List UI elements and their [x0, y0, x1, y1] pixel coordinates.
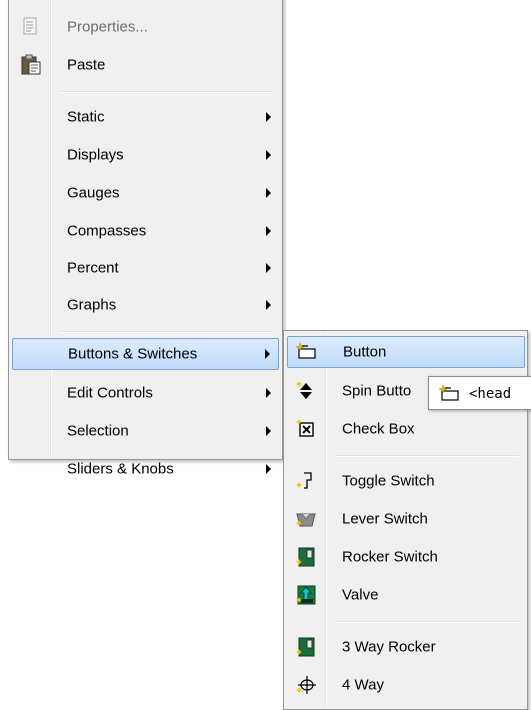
check-box-icon [295, 418, 317, 440]
four-way-icon [295, 674, 317, 696]
submenu-item-rocker-switch[interactable]: Rocker Switch [287, 541, 524, 573]
menu-separator [336, 455, 519, 457]
submenu-arrow-icon [266, 426, 271, 436]
submenu-arrow-icon [266, 388, 271, 398]
menu-item-paste[interactable]: Paste [12, 49, 279, 81]
menu-item-displays[interactable]: Displays [12, 139, 279, 171]
submenu-item-three-way-rocker[interactable]: 3 Way Rocker [287, 631, 524, 663]
menu-item-label: Compasses [67, 222, 147, 240]
menu-item-label: Selection [67, 422, 129, 440]
tooltip: <head [428, 376, 531, 410]
submenu-arrow-icon [266, 226, 271, 236]
button-icon [438, 383, 461, 405]
menu-item-label: Button [343, 343, 387, 361]
lever-switch-icon [295, 508, 317, 530]
three-way-rocker-icon [295, 636, 317, 658]
menu-item-label: Paste [67, 56, 106, 74]
menu-item-percent[interactable]: Percent [12, 252, 279, 284]
menu-item-label: 4 Way [342, 676, 384, 694]
submenu-item-toggle-switch[interactable]: Toggle Switch [287, 465, 524, 497]
menu-item-label: Valve [342, 586, 379, 604]
menu-item-static[interactable]: Static [12, 101, 279, 133]
submenu-item-check-box[interactable]: Check Box [287, 413, 524, 445]
submenu-item-four-way[interactable]: 4 Way [287, 669, 524, 701]
context-menu: Properties... Paste Static Displays Gaug… [8, 0, 283, 478]
menu-separator [336, 621, 519, 623]
submenu-arrow-icon [266, 188, 271, 198]
menu-item-label: Check Box [342, 420, 415, 438]
submenu-item-button[interactable]: Button [287, 336, 525, 368]
submenu-arrow-icon [266, 464, 271, 474]
submenu-arrow-icon [266, 150, 271, 160]
menu-item-label: Buttons & Switches [68, 345, 198, 363]
menu-item-label: Sliders & Knobs [67, 460, 174, 478]
menu-item-label: Percent [67, 259, 119, 277]
menu-item-label: Graphs [67, 296, 117, 314]
submenu-arrow-icon [265, 349, 270, 359]
menu-item-label: Lever Switch [342, 510, 428, 528]
menu-item-graphs[interactable]: Graphs [12, 289, 279, 321]
menu-item-label: Gauges [67, 184, 120, 202]
menu-item-gauges[interactable]: Gauges [12, 177, 279, 209]
toggle-switch-icon [295, 470, 317, 492]
menu-item-label: Displays [67, 146, 124, 164]
rocker-switch-icon [295, 546, 317, 568]
menu-item-label: Spin Butto [342, 382, 412, 400]
submenu-arrow-icon [266, 300, 271, 310]
menu-separator [61, 331, 274, 333]
paste-icon [20, 54, 42, 76]
spin-button-icon [295, 380, 317, 402]
tooltip-text: <head [469, 386, 512, 402]
menu-item-label: Edit Controls [67, 384, 153, 402]
menu-separator [61, 91, 274, 93]
menu-item-properties: Properties... [12, 11, 279, 43]
menu-item-label: Static [67, 108, 105, 126]
submenu-item-valve[interactable]: Valve [287, 579, 524, 611]
menu-item-compasses[interactable]: Compasses [12, 215, 279, 247]
menu-item-label: Toggle Switch [342, 472, 435, 490]
submenu-arrow-icon [266, 112, 271, 122]
properties-icon [20, 16, 42, 38]
submenu-arrow-icon [266, 263, 271, 273]
menu-item-sliders-knobs[interactable]: Sliders & Knobs [12, 453, 279, 485]
valve-icon [295, 584, 317, 606]
menu-item-label: Properties... [67, 18, 148, 36]
menu-item-buttons-switches[interactable]: Buttons & Switches [12, 338, 279, 370]
menu-item-label: Rocker Switch [342, 548, 438, 566]
menu-item-edit-controls[interactable]: Edit Controls [12, 377, 279, 409]
button-icon [295, 341, 318, 363]
menu-item-selection[interactable]: Selection [12, 415, 279, 447]
menu-item-label: 3 Way Rocker [342, 638, 436, 656]
submenu-item-lever-switch[interactable]: Lever Switch [287, 503, 524, 535]
